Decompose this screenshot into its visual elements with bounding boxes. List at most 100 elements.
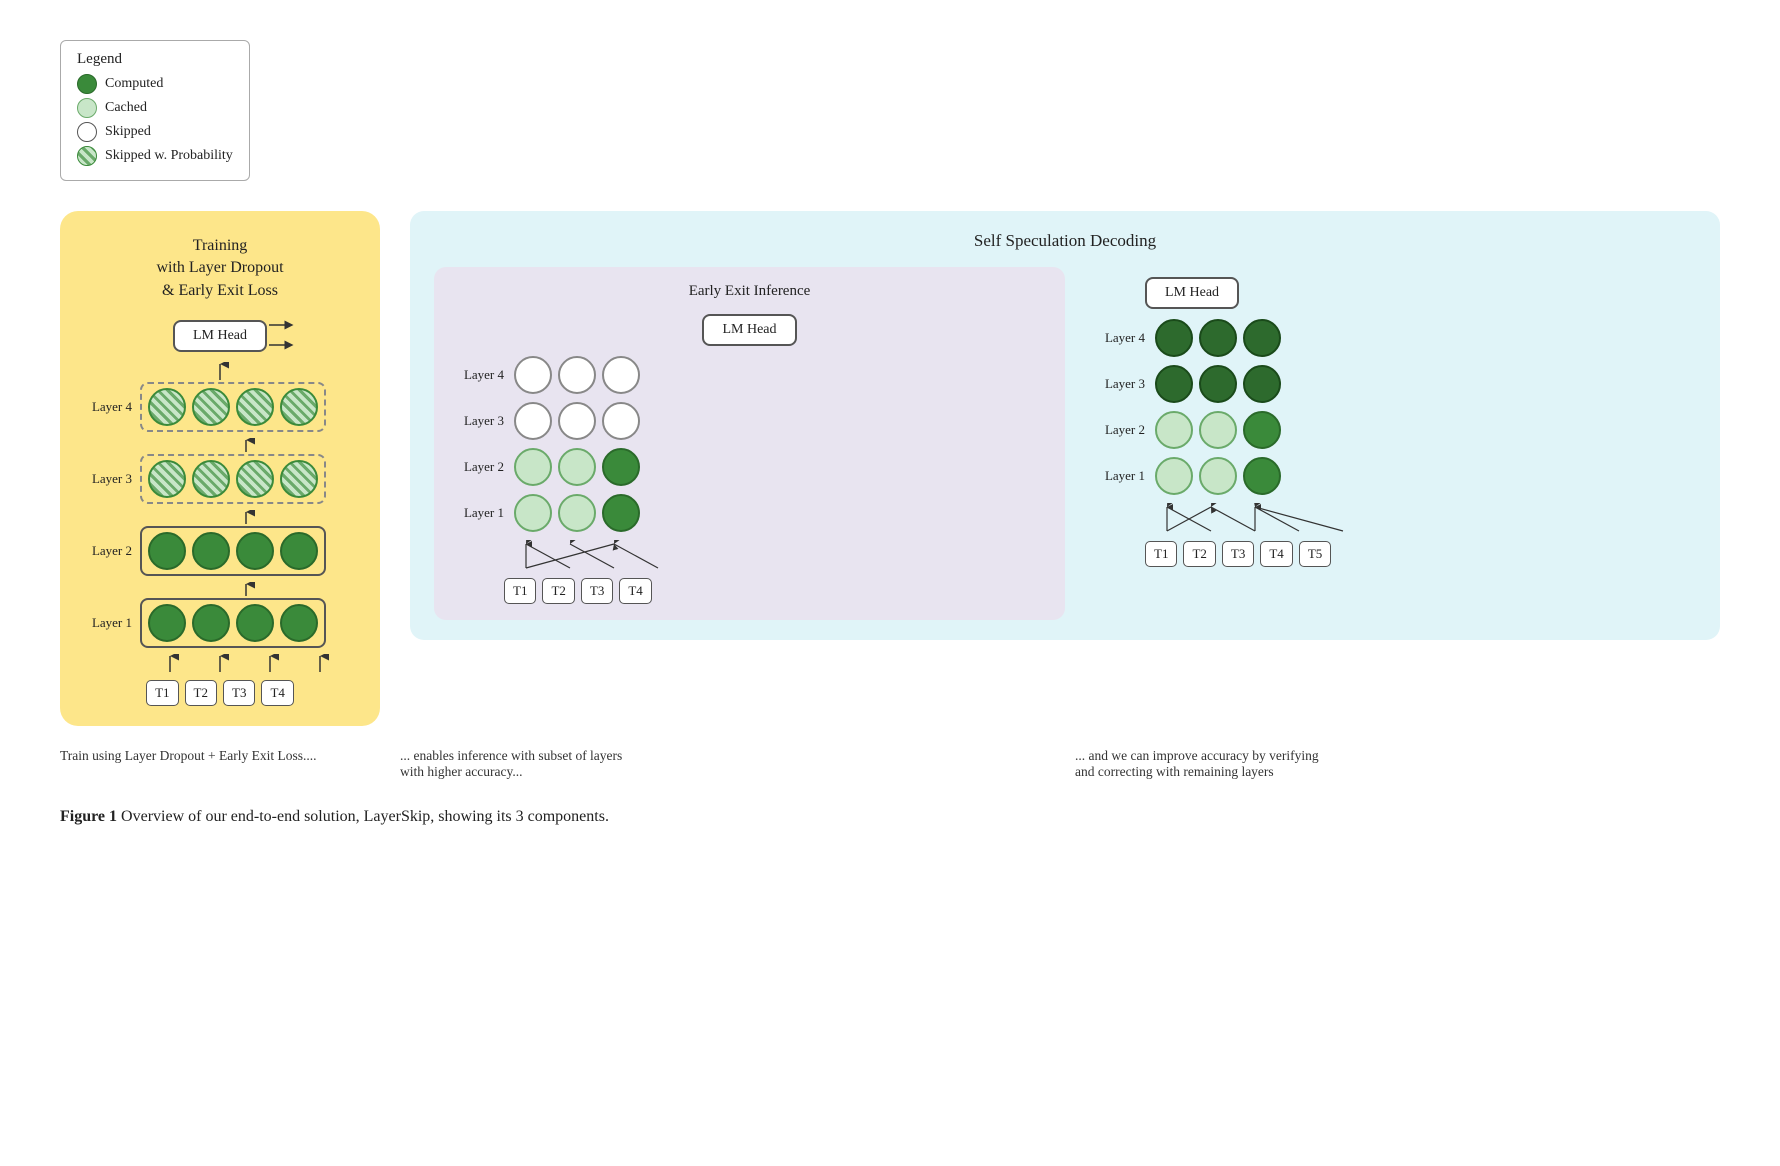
computed-label: Computed (105, 76, 163, 92)
training-layer4-node4 (280, 388, 318, 426)
training-layer3-node4 (280, 460, 318, 498)
training-layer1-border (140, 598, 326, 648)
ee-l1-n2 (558, 494, 596, 532)
training-layer2-label: Layer 2 (80, 543, 132, 559)
training-box: Training with Layer Dropout & Early Exit… (60, 211, 380, 726)
early-exit-layer1-nodes (514, 494, 640, 532)
early-exit-box: Early Exit Inference LM Head Layer 4 (434, 267, 1065, 620)
training-layer1-node1 (148, 604, 186, 642)
training-layer4-nodes (148, 388, 318, 426)
cached-label: Cached (105, 100, 147, 116)
ee-l2-n2 (558, 448, 596, 486)
v-l2-n2 (1199, 411, 1237, 449)
training-arrow-up3 (132, 510, 360, 524)
verif-layer3-label: Layer 3 (1093, 376, 1145, 392)
training-layer3-node3 (236, 460, 274, 498)
ee-token-T1: T1 (504, 578, 536, 604)
verif-token-T3: T3 (1222, 541, 1254, 567)
up-arrow-svg-4 (236, 582, 256, 596)
ee-token-arrows-svg (504, 540, 714, 570)
legend-item-skipped: Skipped (77, 122, 233, 142)
legend-item-skipped-prob: Skipped w. Probability (77, 146, 233, 166)
verif-token-row: T1 T2 T3 T4 T5 (1145, 541, 1688, 567)
verif-lm-head: LM Head (1145, 277, 1239, 309)
verif-token-arrows-svg (1145, 503, 1385, 533)
ee-token-T3: T3 (581, 578, 613, 604)
verif-layer1: Layer 1 (1093, 457, 1688, 495)
verif-layer2-label: Layer 2 (1093, 422, 1145, 438)
training-lm-head: LM Head (173, 320, 267, 352)
training-arrow-up1 (80, 362, 360, 380)
verif-layer4: Layer 4 (1093, 319, 1688, 357)
verif-layer4-nodes (1155, 319, 1281, 357)
v-l1-n1 (1155, 457, 1193, 495)
training-layer3-node1 (148, 460, 186, 498)
self-spec-title: Self Speculation Decoding (434, 231, 1696, 251)
training-token-arrows (148, 654, 360, 672)
figure-caption-label: Figure 1 (60, 808, 117, 825)
ee-l3-n2 (558, 402, 596, 440)
ee-l4-n2 (558, 356, 596, 394)
ee-l2-n3 (602, 448, 640, 486)
training-token-T1: T1 (146, 680, 178, 706)
v-l2-n3 (1243, 411, 1281, 449)
training-layer1-node4 (280, 604, 318, 642)
training-arrow-up4 (132, 582, 360, 596)
verif-layer3: Layer 3 (1093, 365, 1688, 403)
token-arrow-svg-3 (248, 654, 292, 672)
computed-icon (77, 74, 97, 94)
caption-row: Train using Layer Dropout + Early Exit L… (60, 748, 1720, 780)
training-layer2-nodes (148, 532, 318, 570)
verif-token-T5: T5 (1299, 541, 1331, 567)
early-exit-layer3-nodes (514, 402, 640, 440)
early-exit-lm-head: LM Head (702, 314, 796, 346)
up-arrow-svg-3 (236, 510, 256, 524)
training-layer4-border (140, 382, 326, 432)
early-exit-layer1: Layer 1 (452, 494, 1047, 532)
early-exit-layer2: Layer 2 (452, 448, 1047, 486)
caption-early-exit: ... enables inference with subset of lay… (400, 748, 1045, 780)
verif-lm-head-row: LM Head (1145, 277, 1688, 309)
early-exit-layer1-label: Layer 1 (452, 505, 504, 521)
training-layer2-node3 (236, 532, 274, 570)
training-token-T4: T4 (261, 680, 293, 706)
legend-title: Legend (77, 51, 233, 68)
ee-l2-n1 (514, 448, 552, 486)
v-l3-n2 (1199, 365, 1237, 403)
caption-verification: ... and we can improve accuracy by verif… (1075, 748, 1720, 780)
token-arrow-svg-2 (198, 654, 242, 672)
v-l3-n3 (1243, 365, 1281, 403)
training-layer4-label: Layer 4 (80, 399, 132, 415)
ee-token-T2: T2 (542, 578, 574, 604)
verif-token-T1: T1 (1145, 541, 1177, 567)
training-layer1-label: Layer 1 (80, 615, 132, 631)
ee-token-T4: T4 (619, 578, 651, 604)
training-layer1-node3 (236, 604, 274, 642)
token-arrow-svg-1 (148, 654, 192, 672)
figure-caption-text: Overview of our end-to-end solution, Lay… (117, 808, 609, 825)
early-exit-layer3-label: Layer 3 (452, 413, 504, 429)
training-layer3-label: Layer 3 (80, 471, 132, 487)
skipped-prob-label: Skipped w. Probability (105, 148, 233, 164)
legend-item-computed: Computed (77, 74, 233, 94)
verif-layer2: Layer 2 (1093, 411, 1688, 449)
training-lm-head-row: LM Head (80, 320, 360, 352)
early-exit-layer4-label: Layer 4 (452, 367, 504, 383)
early-exit-layer4: Layer 4 (452, 356, 1047, 394)
verif-layer1-label: Layer 1 (1093, 468, 1145, 484)
v-l4-n3 (1243, 319, 1281, 357)
legend-box: Legend Computed Cached Skipped Skipped w… (60, 40, 250, 181)
training-token-T3: T3 (223, 680, 255, 706)
early-exit-layer3: Layer 3 (452, 402, 1047, 440)
training-layer1-row: Layer 1 (80, 598, 360, 648)
early-exit-layer2-nodes (514, 448, 640, 486)
training-title: Training with Layer Dropout & Early Exit… (80, 235, 360, 302)
early-exit-lm-head-row: LM Head (452, 314, 1047, 346)
training-layer3-node2 (192, 460, 230, 498)
v-l4-n2 (1199, 319, 1237, 357)
training-layer2-node4 (280, 532, 318, 570)
early-exit-title: Early Exit Inference (452, 283, 1047, 300)
training-layer4-node1 (148, 388, 186, 426)
training-layer2-node1 (148, 532, 186, 570)
training-lm-wrapper: LM Head (173, 320, 267, 352)
